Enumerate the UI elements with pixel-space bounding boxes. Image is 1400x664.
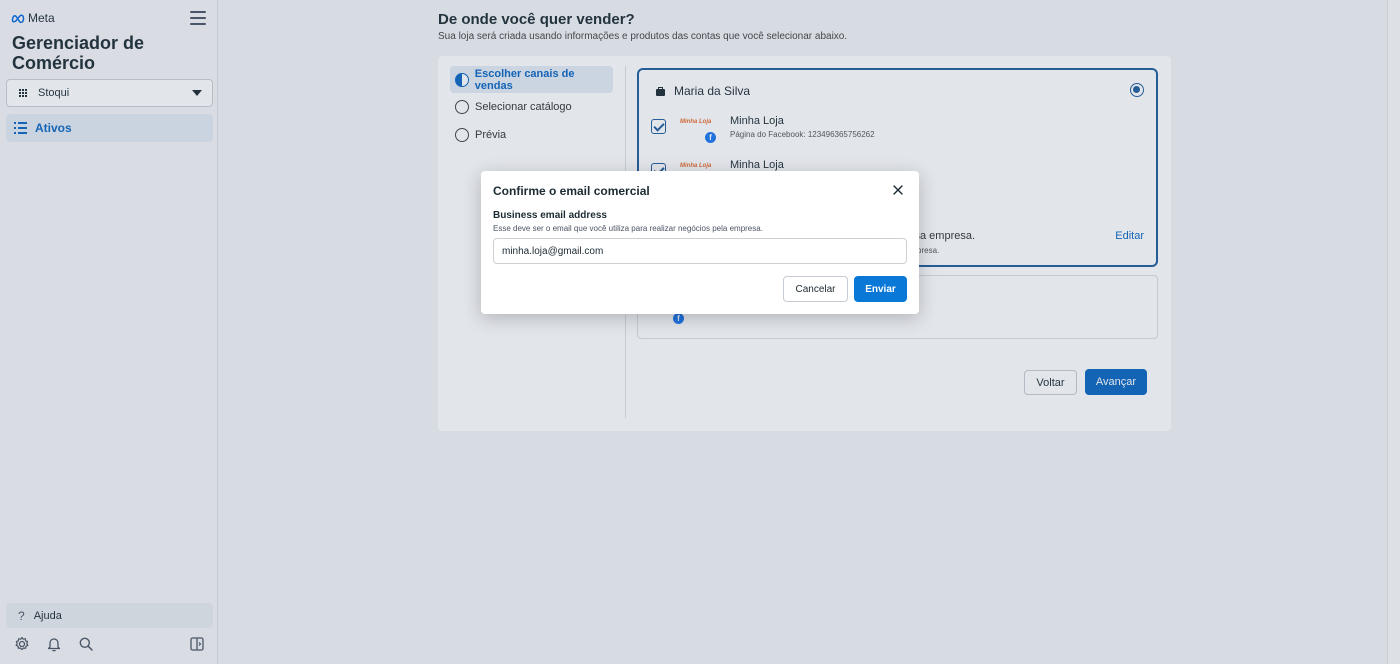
modal-backdrop[interactable] [0,0,1400,664]
dialog-title: Confirme o email comercial [493,184,650,198]
send-button[interactable]: Enviar [854,276,907,302]
cancel-button[interactable]: Cancelar [783,276,848,302]
email-field-help: Esse deve ser o email que você utiliza p… [493,224,763,233]
close-icon[interactable] [890,182,906,198]
email-field[interactable] [493,238,907,264]
confirm-email-dialog: Confirme o email comercial Business emai… [481,171,919,314]
email-field-label: Business email address [493,210,607,221]
